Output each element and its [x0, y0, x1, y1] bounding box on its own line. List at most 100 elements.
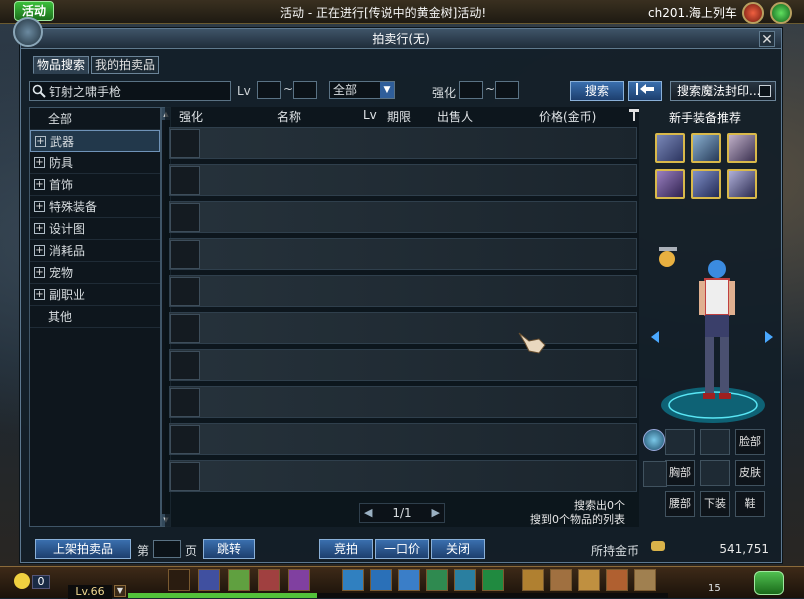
header-period[interactable]: 期限 [387, 108, 411, 125]
hotkey-skill-icon[interactable] [522, 569, 544, 591]
hotkey-item-icon[interactable] [454, 569, 476, 591]
hotkey-skill-icon[interactable] [198, 569, 220, 591]
hotkey-skill-icon[interactable] [606, 569, 628, 591]
category-all[interactable]: 全部 [30, 108, 160, 130]
table-row[interactable] [169, 201, 637, 233]
close-icon[interactable]: ✕ [759, 31, 775, 48]
equip-slot-weapon-icon[interactable] [643, 461, 667, 487]
table-row[interactable] [169, 312, 637, 344]
expand-plus-icon[interactable]: + [34, 201, 45, 212]
expand-plus-icon[interactable]: + [34, 223, 45, 234]
list-item-button[interactable]: 上架拍卖品 [35, 539, 131, 559]
level-max-input[interactable] [293, 81, 317, 99]
header-seller[interactable]: 出售人 [437, 108, 473, 125]
recommend-item-armor-icon[interactable] [655, 169, 685, 199]
category-weapon[interactable]: + 武器 [30, 130, 160, 152]
equip-slot-coat-icon[interactable] [700, 460, 730, 486]
page-number-input[interactable] [153, 540, 181, 558]
table-row[interactable] [169, 164, 637, 196]
magic-seal-search-button[interactable]: 搜索魔法封印... [670, 81, 776, 101]
hotkey-skill-icon[interactable] [288, 569, 310, 591]
hotkey-item-icon[interactable] [426, 569, 448, 591]
category-armor[interactable]: + 防具 [30, 152, 160, 174]
equip-slot-pants[interactable]: 下装 [700, 491, 730, 517]
category-special-equipment[interactable]: + 特殊装备 [30, 196, 160, 218]
recommend-item-helmet-icon[interactable] [691, 133, 721, 163]
expand-plus-icon[interactable]: + [34, 267, 45, 278]
recommend-item-weapon-icon[interactable] [655, 133, 685, 163]
table-row[interactable] [169, 275, 637, 307]
buyout-button[interactable]: 一口价 [375, 539, 429, 559]
recommend-item-hat-icon[interactable] [727, 133, 757, 163]
header-lv[interactable]: Lv [363, 108, 377, 122]
header-price[interactable]: 价格(金币) [539, 108, 596, 125]
hotkey-slot[interactable] [168, 569, 190, 591]
hotkey-skill-icon[interactable] [634, 569, 656, 591]
page-indicator: 1/1 [392, 506, 412, 520]
expand-plus-icon[interactable]: + [35, 135, 46, 147]
search-input[interactable]: 钉射之啸手枪 [29, 81, 231, 101]
chevron-down-icon[interactable]: ▼ [380, 82, 394, 98]
category-other[interactable]: 其他 [30, 306, 160, 328]
close-button[interactable]: 关闭 [431, 539, 485, 559]
equip-slot-face[interactable]: 脸部 [735, 429, 765, 455]
header-enhance[interactable]: 强化 [179, 108, 203, 125]
table-row[interactable] [169, 127, 637, 159]
table-row[interactable] [169, 386, 637, 418]
category-pet[interactable]: + 宠物 [30, 262, 160, 284]
recommend-item-shoes-icon[interactable] [691, 169, 721, 199]
category-subjob[interactable]: + 副职业 [30, 284, 160, 306]
menu-orb-red-icon[interactable] [742, 2, 764, 24]
reset-arrow-button[interactable] [628, 81, 662, 101]
table-row[interactable] [169, 349, 637, 381]
hotkey-item-icon[interactable] [370, 569, 392, 591]
tab-my-auctions[interactable]: 我的拍卖品 [91, 56, 160, 74]
auction-window-titlebar[interactable]: 拍卖行(无) ✕ [21, 29, 781, 49]
hotkey-item-icon[interactable] [342, 569, 364, 591]
checkbox-icon[interactable] [759, 85, 771, 97]
hotkey-skill-icon[interactable] [578, 569, 600, 591]
expand-plus-icon[interactable]: + [34, 289, 45, 300]
bid-button[interactable]: 竞拍 [319, 539, 373, 559]
hotkey-item-icon[interactable] [398, 569, 420, 591]
prev-page-icon[interactable]: ◀ [364, 504, 372, 522]
table-row[interactable] [169, 238, 637, 270]
recommend-item-accessory-icon[interactable] [727, 169, 757, 199]
equip-slot-waist[interactable]: 腰部 [665, 491, 695, 517]
hotkey-skill-icon[interactable] [550, 569, 572, 591]
header-name[interactable]: 名称 [277, 108, 301, 125]
category-consumable[interactable]: + 消耗品 [30, 240, 160, 262]
hotkey-skill-icon[interactable] [258, 569, 280, 591]
category-accessory[interactable]: + 首饰 [30, 174, 160, 196]
hammer-icon[interactable] [629, 109, 639, 121]
tab-item-search[interactable]: 物品搜索 [33, 56, 90, 74]
smiley-icon[interactable] [14, 573, 30, 589]
hotkey-skill-icon[interactable] [228, 569, 250, 591]
expand-down-icon[interactable]: ▼ [114, 585, 126, 597]
table-row[interactable] [169, 423, 637, 455]
recommend-grid [655, 133, 763, 199]
equip-slot-skin[interactable]: 皮肤 [735, 460, 765, 486]
jump-button[interactable]: 跳转 [203, 539, 255, 559]
refresh-icon[interactable] [643, 429, 665, 451]
expand-plus-icon[interactable]: + [34, 157, 45, 168]
enhance-min-input[interactable] [459, 81, 483, 99]
category-select[interactable]: 全部 ▼ [329, 81, 395, 99]
hotkey-item-icon[interactable] [482, 569, 504, 591]
enhance-max-input[interactable] [495, 81, 519, 99]
expand-plus-icon[interactable]: + [34, 179, 45, 190]
expand-plus-icon[interactable]: + [34, 245, 45, 256]
menu-orb-green-icon[interactable] [770, 2, 792, 24]
search-button[interactable]: 搜索 [570, 81, 624, 101]
level-min-input[interactable] [257, 81, 281, 99]
item-slot [170, 166, 200, 195]
table-row[interactable] [169, 460, 637, 492]
category-blueprint[interactable]: + 设计图 [30, 218, 160, 240]
equip-slot-shoes[interactable]: 鞋 [735, 491, 765, 517]
item-slot [170, 240, 200, 269]
equip-slot-hat-icon[interactable] [700, 429, 730, 455]
menu-button[interactable] [754, 571, 784, 595]
equip-slot-hair-icon[interactable] [665, 429, 695, 455]
equip-slot-chest[interactable]: 胸部 [665, 460, 695, 486]
next-page-icon[interactable]: ▶ [432, 504, 440, 522]
